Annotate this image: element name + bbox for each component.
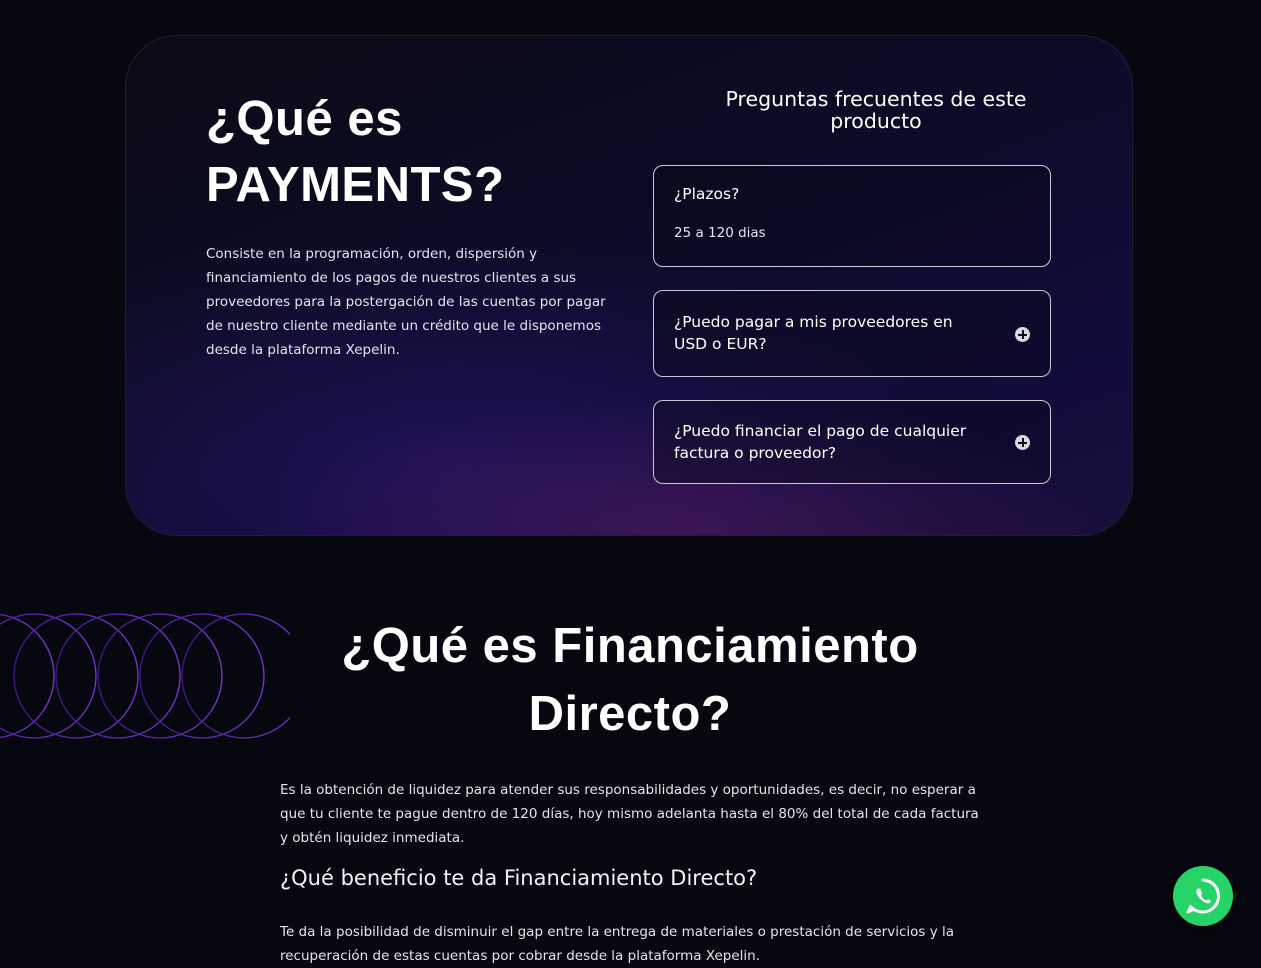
plus-circle-icon[interactable] bbox=[1015, 327, 1030, 342]
faq-item-plazos[interactable]: ¿Plazos? 25 a 120 dias bbox=[653, 165, 1051, 267]
faq-answer: 25 a 120 dias bbox=[674, 225, 766, 241]
payments-title: ¿Qué es PAYMENTS? bbox=[206, 86, 626, 218]
financiamiento-subtitle: ¿Qué beneficio te da Financiamiento Dire… bbox=[280, 866, 758, 890]
faq-item-financiar[interactable]: ¿Puedo financiar el pago de cualquier fa… bbox=[653, 400, 1051, 484]
whatsapp-icon bbox=[1186, 878, 1221, 914]
financiamiento-title: ¿Qué es Financiamiento Directo? bbox=[300, 612, 960, 748]
plus-circle-icon[interactable] bbox=[1015, 435, 1030, 450]
financiamiento-benefit-paragraph: Te da la posibilidad de disminuir el gap… bbox=[280, 924, 955, 964]
payments-title-line1: ¿Qué es bbox=[206, 92, 403, 146]
payments-title-line2: PAYMENTS? bbox=[206, 158, 505, 212]
faq-question: ¿Puedo financiar el pago de cualquier fa… bbox=[674, 422, 967, 462]
payments-description: Consiste en la programación, orden, disp… bbox=[206, 246, 606, 358]
financiamiento-title-line1: ¿Qué es Financiamiento bbox=[341, 619, 919, 673]
whatsapp-button[interactable] bbox=[1173, 866, 1233, 926]
faq-question: ¿Puedo pagar a mis proveedores en USD o … bbox=[674, 313, 953, 353]
faq-title: Preguntas frecuentes de este producto bbox=[725, 87, 1027, 133]
financiamiento-paragraph: Es la obtención de liquidez para atender… bbox=[280, 782, 979, 846]
decorative-rings bbox=[0, 612, 300, 742]
faq-item-usd-eur[interactable]: ¿Puedo pagar a mis proveedores en USD o … bbox=[653, 290, 1051, 377]
faq-question: ¿Plazos? bbox=[674, 185, 740, 203]
financiamiento-title-line2: Directo? bbox=[528, 687, 732, 741]
